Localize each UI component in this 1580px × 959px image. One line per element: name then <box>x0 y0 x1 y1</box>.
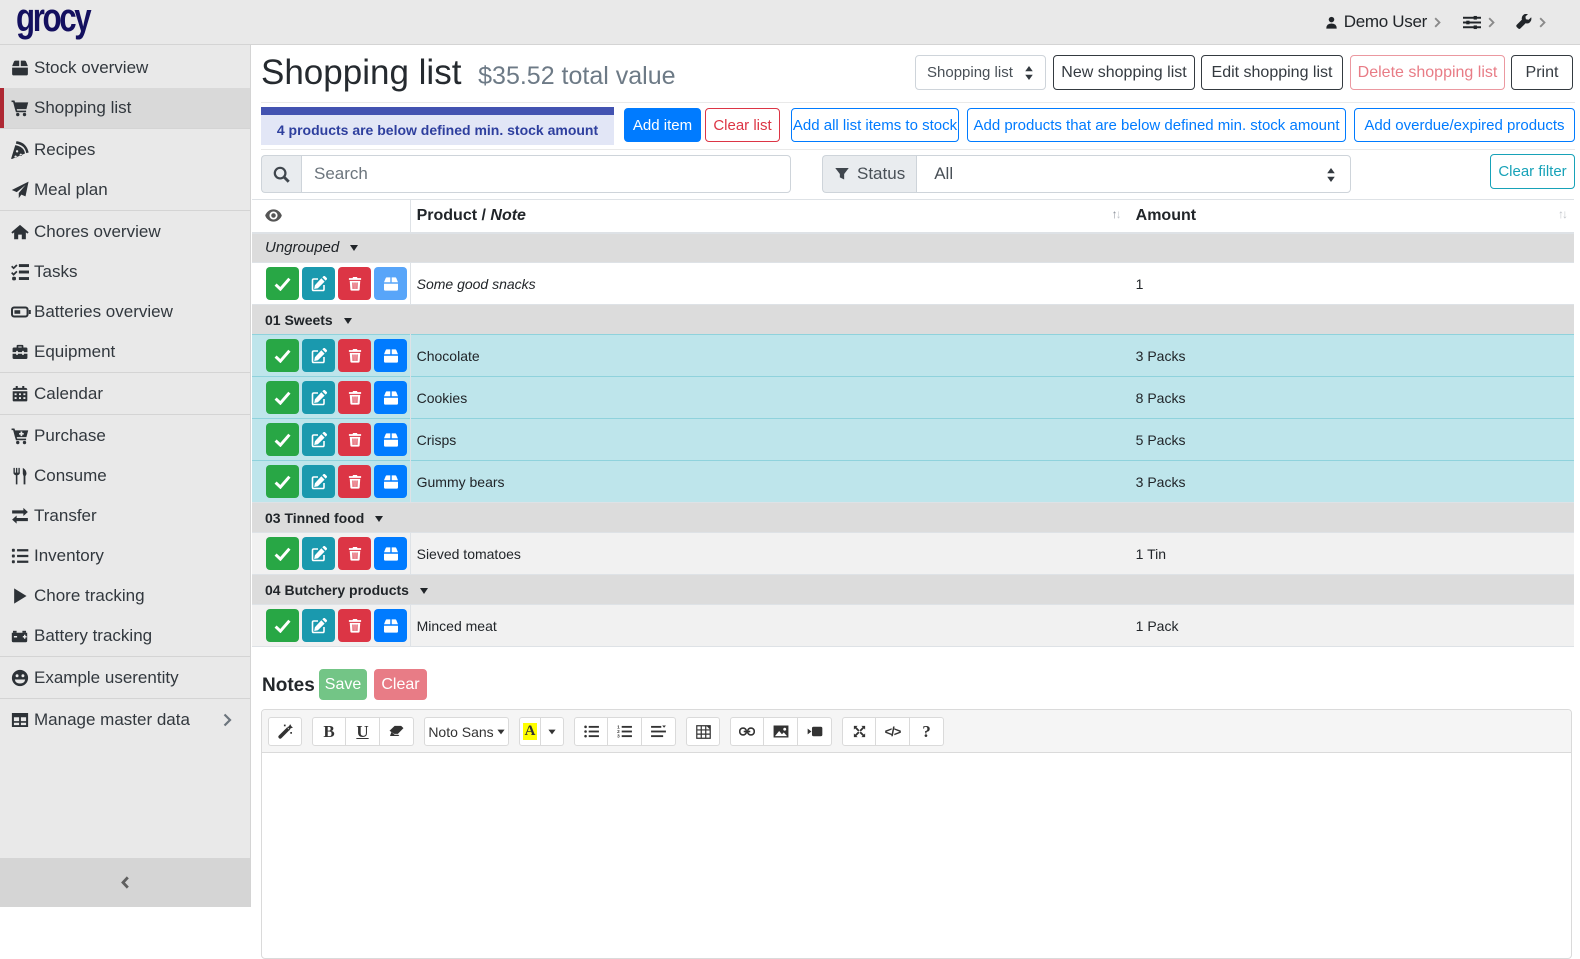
svg-text:3: 3 <box>617 734 620 738</box>
